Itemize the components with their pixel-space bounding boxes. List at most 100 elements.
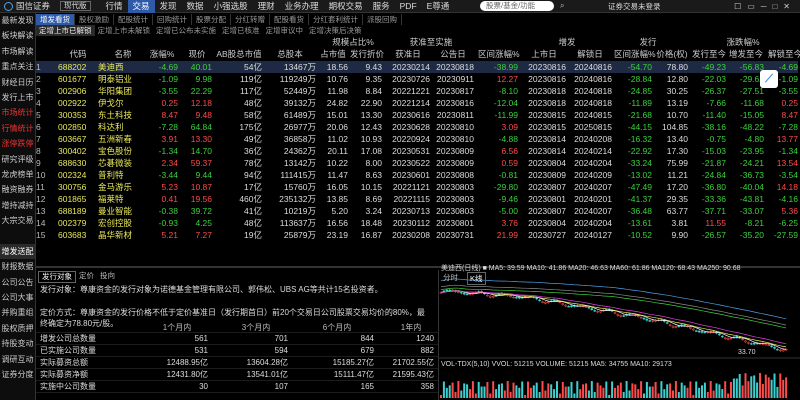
sidebar-item[interactable]: 调研互动 <box>0 352 35 367</box>
column-header[interactable]: 名称 <box>98 49 148 60</box>
volume-bar <box>744 373 747 398</box>
sidebar-item[interactable]: 重点关注 <box>0 59 35 74</box>
table-row[interactable]: 6 002850 科达利 -7.28 64.84 175亿 26977万 20.06 12.43… <box>36 121 798 133</box>
table-row[interactable]: 15 603683 晶华新材 5.21 7.27 19亿 25879万 23.19 16.87 2… <box>36 229 798 241</box>
sidebar-item[interactable]: 融资融券 <box>0 182 35 197</box>
sidebar-item[interactable]: 发行上市 <box>0 90 35 105</box>
column-header[interactable]: 上市日 <box>522 49 566 60</box>
table-row[interactable]: 11 300756 金马游乐 5.23 10.87 17亿 15760万 16.05 10.15… <box>36 181 798 193</box>
tab-level1[interactable]: 配股统计 <box>114 14 153 25</box>
column-header[interactable]: 总股本 <box>264 49 316 60</box>
column-header[interactable]: 增发至今 <box>728 49 764 60</box>
sidebar-item[interactable]: 市场统计 <box>0 105 35 120</box>
column-header[interactable]: 发行至今 <box>692 49 726 60</box>
detail-tab[interactable]: 定价 <box>76 271 97 283</box>
menu-item-8[interactable]: 服务 <box>368 0 395 13</box>
column-header[interactable]: 区间涨幅% <box>614 49 656 60</box>
floating-assistant-icon[interactable]: ⟋ <box>760 70 778 88</box>
tab-level1[interactable]: 回购统计 <box>153 14 192 25</box>
menu-item-9[interactable]: PDF <box>395 0 422 13</box>
tab-level2[interactable]: 定增已核准 <box>219 25 263 36</box>
sidebar-item[interactable]: 持股变动 <box>0 336 35 351</box>
table-row[interactable]: 9 688630 芯碁微装 2.34 59.37 78亿 13142万 10.22 8.00 20… <box>36 157 798 169</box>
sidebar-item[interactable]: 证券分度 <box>0 367 35 382</box>
tab-level1[interactable]: 分红转赠 <box>231 14 270 25</box>
column-header[interactable]: 现价 <box>182 49 212 60</box>
tab-level2[interactable]: 定增决策后决策 <box>306 25 365 36</box>
sidebar-item[interactable]: 增发送配 <box>0 243 35 260</box>
sidebar-item[interactable]: 公司大事 <box>0 290 35 305</box>
column-header[interactable]: 涨幅% <box>146 49 178 60</box>
table-row[interactable]: 12 601865 福莱特 0.41 19.56 460亿 235132万 13.85 8.69… <box>36 193 798 205</box>
sidebar-item[interactable]: 股权质押 <box>0 321 35 336</box>
candle-body <box>703 331 707 334</box>
sidebar-item[interactable]: 财报数据 <box>0 259 35 274</box>
menu-item-1[interactable]: 交易 <box>127 0 155 13</box>
sidebar-item[interactable]: 并购重组 <box>0 305 35 320</box>
menu-item-4[interactable]: 小强选股 <box>209 0 253 13</box>
tab-level1[interactable]: 分红套利统计 <box>309 14 363 25</box>
menu-item-3[interactable]: 数据 <box>182 0 209 13</box>
chart-tab[interactable]: 分时 <box>443 272 458 283</box>
detail-tab[interactable]: 发行对象 <box>38 271 76 283</box>
tab-level1[interactable]: 增发看货 <box>36 14 75 25</box>
menu-item-7[interactable]: 期权交易 <box>324 0 368 13</box>
tab-level2[interactable]: 定增已公布未实施 <box>153 25 219 36</box>
tab-level2[interactable]: 定增审议中 <box>263 25 307 36</box>
table-row[interactable]: 8 300402 宝色股份 -1.34 14.70 36亿 24362万 20.11 17.08… <box>36 145 798 157</box>
sidebar-item[interactable]: 最新发现 <box>0 13 35 28</box>
tab-level1[interactable]: 股票分配 <box>192 14 231 25</box>
sidebar-item[interactable]: 大宗交易 <box>0 213 35 228</box>
table-row[interactable]: 4 002922 伊戈尔 0.25 12.18 48亿 39132万 24.82 22.90 20… <box>36 97 798 109</box>
table-cell: -48.22 <box>739 122 764 132</box>
table-row[interactable]: 10 002324 普利特 -3.44 9.44 94亿 111415万 11.47 8.63 2… <box>36 169 798 181</box>
table-row[interactable]: 13 688189 曼业智能 -0.38 39.72 41亿 10219万 5.20 3.24 2… <box>36 205 798 217</box>
table-cell: 4.25 <box>195 218 212 228</box>
tab-level2[interactable]: 定增上市未解锁 <box>95 25 154 36</box>
kline-chart[interactable]: 33.70 <box>438 270 800 400</box>
tab-level1[interactable]: 股权激励 <box>75 14 114 25</box>
sidebar-item[interactable]: 行情统计 <box>0 121 35 136</box>
sidebar-item[interactable]: 涨停跌停 <box>0 136 35 151</box>
menu-item-10[interactable]: E尊通 <box>422 0 455 13</box>
mode-selector[interactable]: 现代版 <box>60 1 91 11</box>
table-row[interactable]: 5 300353 东土科技 8.47 9.48 58亿 61489万 15.01 13.30 20… <box>36 109 798 121</box>
tab-level1[interactable]: 配股看货 <box>270 14 309 25</box>
column-header[interactable]: 解锁日 <box>568 49 612 60</box>
table-row[interactable]: 3 002906 华阳集团 -3.55 22.29 117亿 52449万 11.98 8.84… <box>36 85 798 97</box>
sidebar-item[interactable]: 财经日历 <box>0 75 35 90</box>
table-row[interactable]: 7 603667 五洲新春 3.91 13.30 49亿 36858万 11.02 10.93 2… <box>36 133 798 145</box>
column-header[interactable]: 获准日 <box>386 49 430 60</box>
window-controls[interactable]: ☐▭─□✕ <box>734 0 796 13</box>
tab-level2[interactable]: 定增上市已解锁 <box>36 25 95 36</box>
column-header[interactable]: 发行折价 <box>350 49 384 60</box>
sidebar-item[interactable]: 研究评级 <box>0 152 35 167</box>
sidebar-item[interactable]: 增持减持 <box>0 198 35 213</box>
login-status[interactable]: 证券交易未登录 <box>608 0 661 13</box>
search-input[interactable]: 股票/基金/功能 <box>480 1 554 11</box>
table-row[interactable]: 14 002379 宏创控股 -0.93 4.25 48亿 113637万 16.56 18.4… <box>36 217 798 229</box>
column-header[interactable]: AB股总市值 <box>216 49 262 60</box>
column-header[interactable]: 区间涨幅% <box>478 49 520 60</box>
table-cell: 3.09 <box>501 122 518 132</box>
sidebar-item[interactable]: 市场解读 <box>0 44 35 59</box>
sidebar-item[interactable]: 龙虎榜单 <box>0 167 35 182</box>
column-header[interactable]: 公告日 <box>432 49 474 60</box>
menu-item-2[interactable]: 发现 <box>155 0 182 13</box>
column-header[interactable]: 代码 <box>58 49 98 60</box>
menu-item-0[interactable]: 行情 <box>101 0 128 13</box>
menu-item-6[interactable]: 业务办理 <box>280 0 324 13</box>
tab-level1[interactable]: 派股回购 <box>363 14 402 25</box>
column-header[interactable]: 占市值 <box>318 49 348 60</box>
search-icon[interactable]: ⌕ <box>560 1 564 11</box>
column-header[interactable]: 价格(权) <box>656 49 688 60</box>
table-row[interactable]: 2 601677 明泰铝业 -1.09 9.98 119亿 119249万 10.76 9.35… <box>36 73 798 85</box>
table-cell: -3.44 <box>158 170 178 180</box>
sidebar-item[interactable]: 公司公告 <box>0 275 35 290</box>
detail-tab[interactable]: 投向 <box>97 271 118 283</box>
column-header[interactable]: 解锁至今 <box>768 49 800 60</box>
sidebar-item[interactable]: 板块解读 <box>0 28 35 43</box>
table-row[interactable]: 1 688202 美迪西 -4.69 40.01 54亿 13467万 18.56 9.43 20… <box>36 61 798 73</box>
chart-tab[interactable]: K线 <box>467 272 486 285</box>
menu-item-5[interactable]: 理财 <box>253 0 280 13</box>
